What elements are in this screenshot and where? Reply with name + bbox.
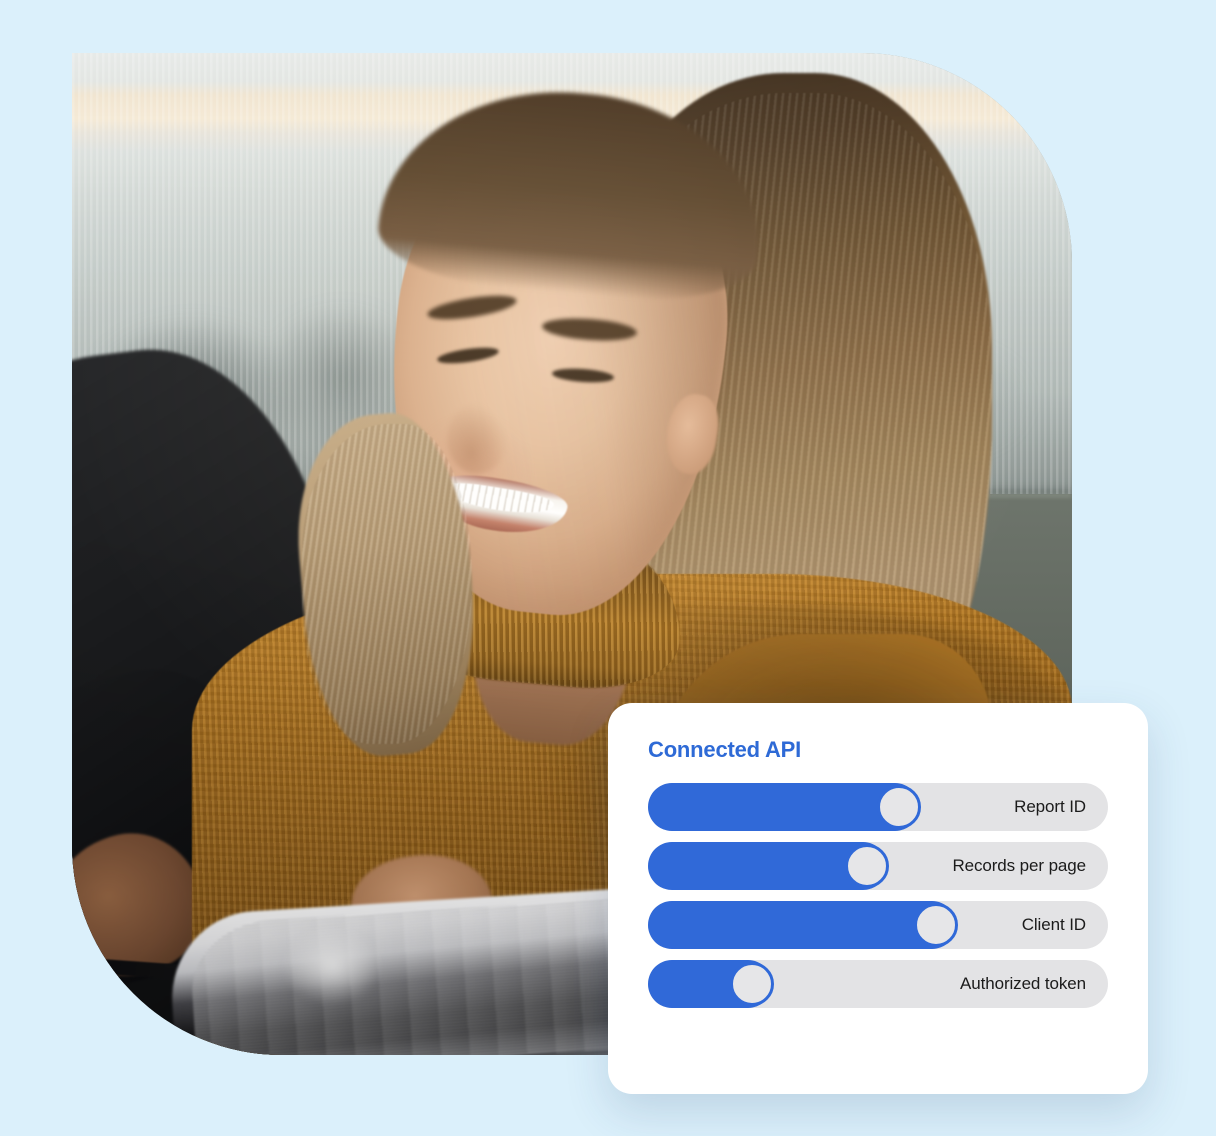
slider-row-authorized-token[interactable]: Authorized token [648, 960, 1108, 1008]
connected-api-card: Connected API Report ID Records per page… [608, 703, 1148, 1094]
slider-knob[interactable] [914, 903, 959, 947]
slider-row-client-id[interactable]: Client ID [648, 901, 1108, 949]
slider-fill [648, 901, 957, 949]
card-title: Connected API [648, 737, 802, 762]
hair-front-strand-texture [302, 423, 472, 745]
slider-label: Records per page [952, 856, 1086, 875]
slider-label: Authorized token [960, 974, 1086, 993]
slider-row-report-id[interactable]: Report ID [648, 783, 1108, 831]
notebook-spine-highlight [282, 924, 382, 1005]
slider-list: Report ID Records per page Client ID Aut… [648, 783, 1108, 1008]
slider-row-records-per-page[interactable]: Records per page [648, 842, 1108, 890]
slider-label: Report ID [1014, 797, 1086, 816]
page-root: Connected API Report ID Records per page… [0, 0, 1216, 1136]
slider-label: Client ID [1021, 915, 1086, 934]
nose [447, 403, 507, 474]
slider-knob[interactable] [845, 844, 890, 888]
slider-knob[interactable] [730, 962, 775, 1006]
slider-knob[interactable] [877, 785, 922, 829]
